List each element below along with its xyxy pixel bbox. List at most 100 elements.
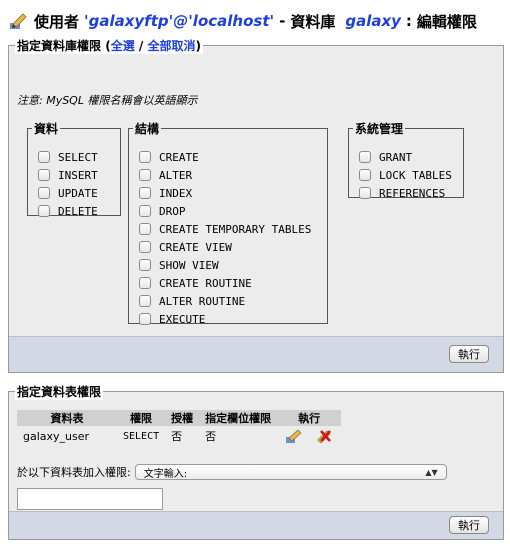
privilege-label: CREATE VIEW: [159, 240, 232, 254]
checkbox-box[interactable]: [139, 187, 151, 199]
checkbox-index[interactable]: INDEX: [139, 184, 192, 202]
page-title: 使用者 'galaxyftp'@'localhost' - 資料庫 galaxy…: [8, 9, 504, 33]
checkbox-box[interactable]: [359, 151, 371, 163]
checkbox-references[interactable]: REFERENCES: [359, 184, 445, 202]
admin-privileges-group: 系統管理 GRANT LOCK TABLES REFERENCES: [348, 120, 464, 200]
table-privileges-table: 資料表 權限 授權 指定欄位權限 執行 galaxy_user SELECT 否…: [17, 410, 342, 446]
privilege-label: EXECUTE: [159, 312, 206, 326]
table-name-input[interactable]: [17, 488, 163, 510]
structure-privileges-group: 結構 CREATE ALTER INDEX DROP CREATE TEMPOR…: [128, 120, 328, 326]
data-group-legend: 資料: [34, 122, 59, 136]
checkbox-box[interactable]: [359, 187, 371, 199]
slash: /: [138, 39, 144, 53]
go-button[interactable]: 執行: [449, 516, 489, 534]
privilege-label: REFERENCES: [379, 186, 446, 200]
db-privileges-footer: 執行: [9, 336, 503, 372]
column-privileges-cell: 否: [199, 426, 278, 446]
checkbox-select[interactable]: SELECT: [38, 148, 98, 166]
table-row: galaxy_user SELECT 否 否: [17, 426, 342, 446]
edit-privileges-icon: [10, 13, 27, 29]
privilege-label: SELECT: [58, 150, 98, 164]
deselect-all-link[interactable]: 全部取消: [147, 39, 195, 53]
table-select-value: 文字輸入:: [143, 468, 188, 480]
checkbox-lock-tables[interactable]: LOCK TABLES: [359, 166, 452, 184]
privilege-label: CREATE: [159, 150, 199, 164]
db-label: 資料庫: [290, 12, 336, 31]
checkbox-update[interactable]: UPDATE: [38, 184, 98, 202]
column-header: 資料表: [17, 410, 117, 426]
privilege-label: ALTER: [159, 168, 193, 182]
checkbox-create-view[interactable]: CREATE VIEW: [139, 238, 232, 256]
user-label: 使用者: [34, 12, 80, 31]
table-privileges-panel: 指定資料表權限 資料表 權限 授權 指定欄位權限 執行 galaxy_user …: [8, 383, 504, 540]
checkbox-delete[interactable]: DELETE: [38, 202, 98, 220]
checkbox-box[interactable]: [139, 223, 151, 235]
paren-close: ): [195, 39, 201, 53]
title-colon: :: [405, 12, 412, 30]
checkbox-box[interactable]: [139, 169, 151, 181]
column-header: 執行: [277, 410, 342, 426]
edit-privileges-icon[interactable]: [285, 428, 303, 444]
privilege-label: DROP: [159, 204, 186, 218]
table-select[interactable]: 文字輸入: ▲▼: [134, 464, 447, 480]
action-cell: [277, 426, 342, 446]
checkbox-box[interactable]: [38, 169, 50, 181]
db-privileges-legend-text: 指定資料庫權限: [17, 39, 102, 53]
db-privileges-panel: 指定資料庫權限 (全選 / 全部取消) 注意: MySQL 權限名稱會以英語顯示…: [8, 37, 504, 373]
checkbox-box[interactable]: [139, 313, 151, 325]
table-privileges-legend: 指定資料表權限: [15, 383, 104, 400]
structure-group-legend: 結構: [135, 122, 160, 136]
checkbox-box[interactable]: [38, 151, 50, 163]
add-table-privileges-row: 於以下資料表加入權限: 文字輸入: ▲▼: [17, 464, 447, 480]
column-header: 授權: [165, 410, 200, 426]
privilege-label: DELETE: [58, 204, 98, 218]
checkbox-drop[interactable]: DROP: [139, 202, 186, 220]
checkbox-box[interactable]: [38, 187, 50, 199]
checkbox-alter[interactable]: ALTER: [139, 166, 192, 184]
checkbox-create[interactable]: CREATE: [139, 148, 199, 166]
checkbox-box[interactable]: [139, 295, 151, 307]
checkbox-box[interactable]: [139, 259, 151, 271]
grant-cell: 否: [165, 426, 200, 446]
revoke-icon[interactable]: [315, 428, 333, 444]
go-button[interactable]: 執行: [449, 345, 489, 363]
admin-group-legend: 系統管理: [355, 122, 404, 136]
checkbox-box[interactable]: [38, 205, 50, 217]
table-privileges-footer: 執行: [9, 511, 503, 539]
select-all-link[interactable]: 全選: [111, 39, 135, 53]
privilege-label: CREATE ROUTINE: [159, 276, 252, 290]
checkbox-box[interactable]: [139, 205, 151, 217]
checkbox-create-temporary-tables[interactable]: CREATE TEMPORARY TABLES: [139, 220, 311, 238]
privilege-label: CREATE TEMPORARY TABLES: [159, 222, 312, 236]
checkbox-create-routine[interactable]: CREATE ROUTINE: [139, 274, 252, 292]
checkbox-alter-routine[interactable]: ALTER ROUTINE: [139, 292, 245, 310]
checkbox-execute[interactable]: EXECUTE: [139, 310, 205, 328]
privilege-label: ALTER ROUTINE: [159, 294, 246, 308]
column-header: 指定欄位權限: [199, 410, 278, 426]
privileges-cell: SELECT: [117, 426, 166, 446]
db-value: galaxy: [345, 12, 401, 30]
checkbox-box[interactable]: [139, 277, 151, 289]
add-table-label: 於以下資料表加入權限:: [17, 466, 131, 479]
db-privileges-legend: 指定資料庫權限 (全選 / 全部取消): [15, 37, 203, 54]
english-names-note: 注意: MySQL 權限名稱會以英語顯示: [17, 94, 198, 107]
table-name-cell: galaxy_user: [17, 426, 117, 446]
user-value: 'galaxyftp'@'localhost': [84, 12, 275, 30]
privilege-label: INDEX: [159, 186, 193, 200]
privilege-label: LOCK TABLES: [379, 168, 452, 182]
checkbox-box[interactable]: [139, 241, 151, 253]
select-arrows-icon: ▲▼: [425, 467, 438, 477]
checkbox-show-view[interactable]: SHOW VIEW: [139, 256, 219, 274]
privilege-label: GRANT: [379, 150, 413, 164]
checkbox-box[interactable]: [359, 169, 371, 181]
privilege-label: INSERT: [58, 168, 98, 182]
checkbox-grant[interactable]: GRANT: [359, 148, 412, 166]
privilege-label: SHOW VIEW: [159, 258, 219, 272]
column-header: 權限: [117, 410, 166, 426]
privilege-label: UPDATE: [58, 186, 98, 200]
checkbox-box[interactable]: [139, 151, 151, 163]
title-dash: -: [279, 12, 286, 30]
checkbox-insert[interactable]: INSERT: [38, 166, 98, 184]
page-heading: 編輯權限: [416, 12, 477, 31]
table-header-row: 資料表 權限 授權 指定欄位權限 執行: [17, 410, 342, 426]
